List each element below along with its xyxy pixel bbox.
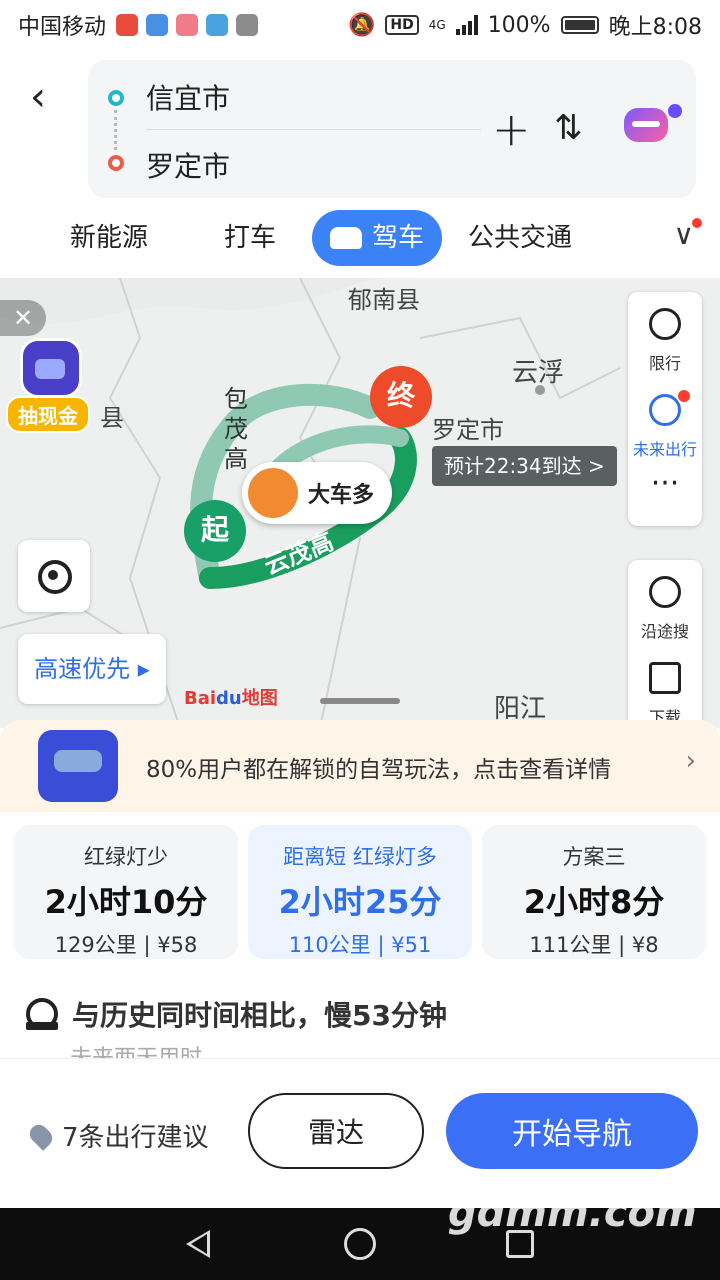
travel-advice-link[interactable]: 7条出行建议 — [26, 1117, 209, 1154]
chat-app-icon — [206, 14, 229, 36]
tabs-badge — [692, 218, 702, 228]
download-button[interactable]: 下载 — [628, 646, 702, 728]
route-plan-card[interactable]: 方案三 2小时8分 111公里 | ¥8 — [482, 825, 706, 959]
route-divider — [146, 129, 481, 130]
search-along-button[interactable]: 沿途搜 — [628, 560, 702, 646]
robot-promo-icon — [38, 730, 118, 802]
system-back-icon[interactable] — [186, 1230, 210, 1258]
tab-drive[interactable]: 驾车 — [312, 210, 443, 266]
robot-mascot-icon[interactable] — [20, 338, 82, 398]
tab-new-energy[interactable]: 新能源 — [70, 210, 148, 266]
hd-icon: HD — [385, 15, 419, 35]
place-label-yunfu: 云浮 — [512, 358, 565, 388]
history-comparison: 与历史同时间相比，慢53分钟 — [26, 994, 447, 1034]
traffic-restriction-button[interactable]: 限行 — [628, 292, 702, 378]
route-connector — [114, 110, 118, 150]
swap-route-icon[interactable]: ⇅ — [554, 108, 583, 148]
future-travel-button[interactable]: 未来出行 — [628, 378, 702, 464]
promo-text: 80%用户都在解锁的自驾玩法，点击查看详情 — [146, 757, 612, 783]
route-plan-card-selected[interactable]: 距离短 红绿灯多 2小时25分 110公里 | ¥51 — [248, 825, 472, 959]
clock: 晚上8:08 — [608, 15, 702, 40]
eta-bubble[interactable]: 预计22:34到达 > — [432, 446, 617, 486]
route-input-panel: 信宜市 罗定市 + ⇅ — [88, 60, 696, 198]
highway-preference-button[interactable]: 高速优先 ▸ — [18, 634, 166, 704]
drag-handle[interactable] — [320, 698, 400, 704]
location-app-icon — [116, 14, 139, 36]
radar-button[interactable]: 雷达 — [248, 1093, 424, 1169]
watermark: gdmm.com — [448, 1190, 697, 1236]
place-label-luoding: 罗定市 — [432, 416, 504, 444]
history-text: 与历史同时间相比，慢53分钟 — [72, 999, 447, 1032]
road-label-baomao: 包茂高 — [224, 385, 248, 473]
battery-icon — [560, 16, 599, 34]
restriction-icon — [649, 308, 681, 340]
assistant-badge — [668, 104, 682, 118]
bottom-action-bar: 7条出行建议 雷达 开始导航 — [0, 1058, 720, 1208]
wechat-icon — [236, 14, 259, 36]
promo-banner[interactable]: 80%用户都在解锁的自驾玩法，点击查看详情 › — [0, 720, 720, 812]
more-button[interactable]: ··· — [628, 464, 702, 526]
system-home-icon[interactable] — [344, 1228, 376, 1260]
map-tools-panel: 限行 未来出行 ··· — [628, 292, 702, 526]
location-pin-icon — [26, 1120, 56, 1151]
route-plans: 红绿灯少 2小时10分 129公里 | ¥58 距离短 红绿灯多 2小时25分 … — [14, 825, 706, 959]
cash-reward-badge[interactable]: 抽现金 — [6, 396, 90, 433]
search-icon — [649, 576, 681, 608]
network-label: 4G — [428, 18, 446, 32]
transport-mode-tabs: 新能源 打车 驾车 公共交通 ∨ — [0, 210, 720, 272]
carrier-label: 中国移动 — [18, 15, 107, 40]
locate-me-button[interactable] — [18, 540, 90, 612]
end-marker[interactable]: 终 — [370, 366, 432, 428]
end-location-field[interactable]: 罗定市 — [146, 145, 230, 185]
start-marker[interactable]: 起 — [184, 500, 246, 562]
tab-drive-label: 驾车 — [372, 223, 425, 253]
map-app-icon — [146, 14, 169, 36]
map-view[interactable]: 郁南县 云浮 罗定市 阳江 县 包茂高 云茂高 ✕ 抽现金 起 终 大车多 预计… — [0, 278, 720, 728]
status-bar: 中国移动 🔕 HD 4G 100% 晚上8:08 — [0, 0, 720, 50]
start-dot-icon — [108, 90, 124, 106]
map-tools-panel-2: 沿途搜 下载 — [628, 560, 702, 728]
signal-icon — [455, 15, 478, 35]
advice-label: 7条出行建议 — [62, 1123, 209, 1153]
truck-traffic-bubble[interactable]: 大车多 — [242, 462, 392, 524]
truck-icon — [248, 468, 298, 518]
place-label-yunan: 郁南县 — [348, 286, 420, 314]
back-button[interactable]: ‹ — [30, 72, 70, 122]
baidu-map-logo: Baidu地图 — [184, 688, 278, 709]
route-plan-card[interactable]: 红绿灯少 2小时10分 129公里 | ¥58 — [14, 825, 238, 959]
end-dot-icon — [108, 155, 124, 171]
battery-percent: 100% — [487, 12, 551, 38]
mute-icon: 🔕 — [348, 12, 376, 38]
assistant-icon[interactable] — [624, 108, 668, 142]
close-icon[interactable]: ✕ — [0, 300, 46, 336]
chevron-down-icon[interactable]: ∨ — [674, 218, 695, 251]
download-icon — [649, 662, 681, 694]
shopping-app-icon — [176, 14, 199, 36]
stopwatch-icon — [649, 394, 681, 426]
car-icon — [330, 227, 362, 249]
place-label-county: 县 — [100, 404, 124, 432]
chevron-right-icon: › — [685, 746, 696, 776]
clock-history-icon — [26, 998, 58, 1030]
notification-icons — [116, 14, 259, 36]
start-navigation-button[interactable]: 开始导航 — [446, 1093, 698, 1169]
tab-taxi[interactable]: 打车 — [224, 210, 276, 266]
tab-public-transit[interactable]: 公共交通 — [468, 210, 572, 266]
add-waypoint-icon[interactable]: + — [492, 104, 531, 154]
truck-label: 大车多 — [308, 483, 375, 508]
future-badge — [678, 390, 690, 402]
start-location-field[interactable]: 信宜市 — [146, 77, 230, 117]
